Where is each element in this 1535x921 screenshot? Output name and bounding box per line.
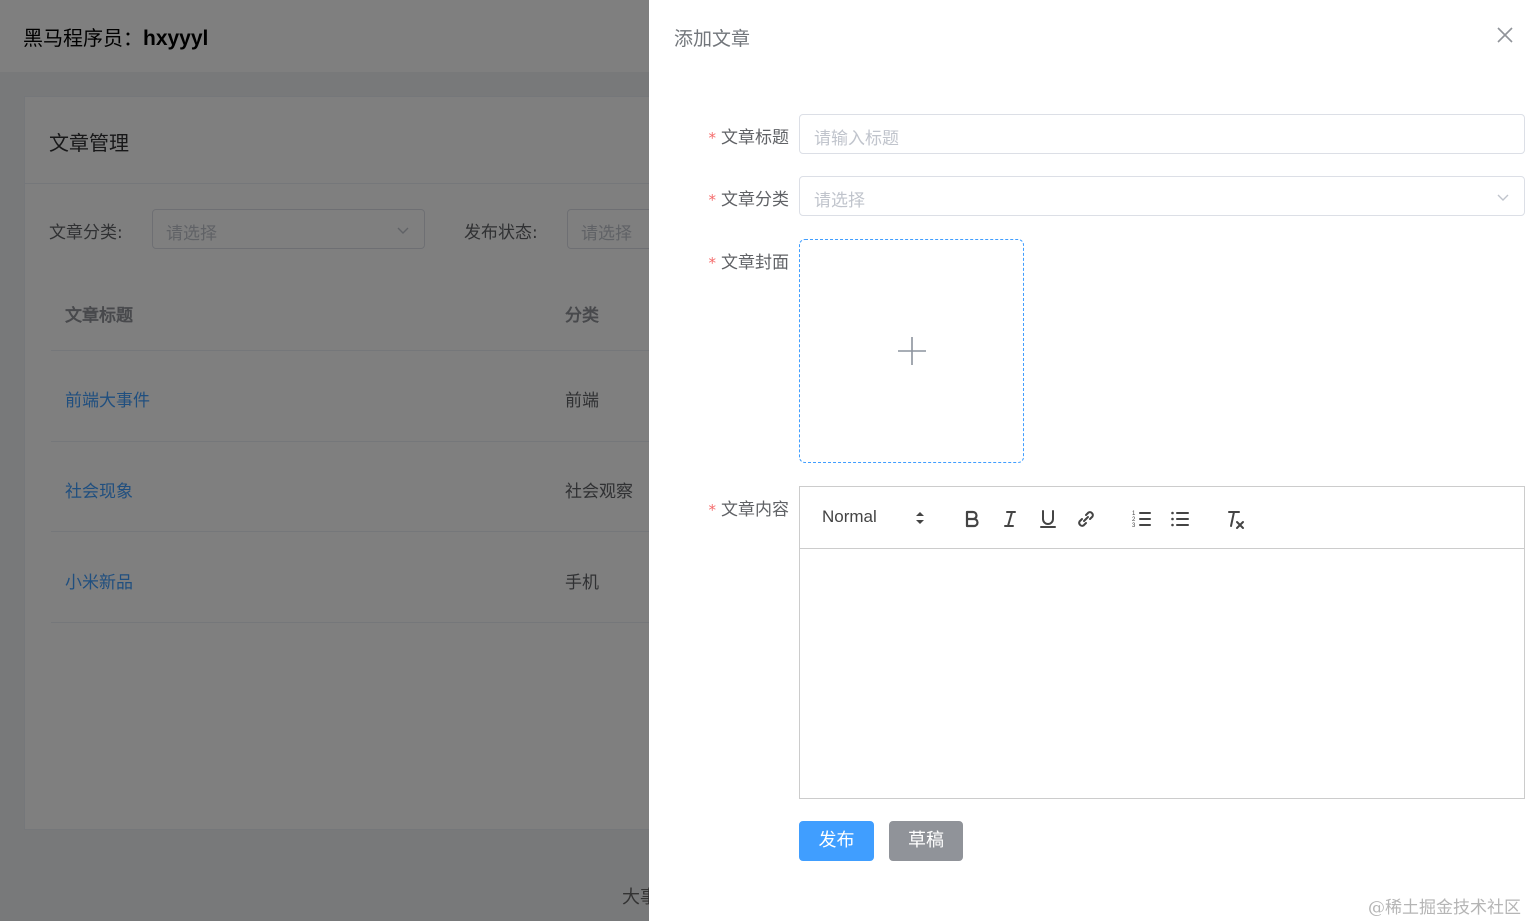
required-asterisk: * (708, 129, 717, 147)
bold-icon[interactable] (960, 507, 984, 531)
category-form-label: * 文章分类 (649, 185, 790, 210)
required-asterisk: * (708, 501, 717, 519)
watermark: @稀土掘金技术社区 (1368, 898, 1521, 918)
italic-icon[interactable] (998, 507, 1022, 531)
content-form-label: * 文章内容 (649, 495, 790, 520)
category-select[interactable]: 请选择 (799, 176, 1525, 216)
rich-text-editor: Normal 1 2 3 (799, 486, 1525, 799)
drawer-title: 添加文章 (674, 28, 751, 50)
content-label-text: 文章内容 (721, 500, 789, 520)
clear-format-icon[interactable] (1224, 507, 1248, 531)
category-select-placeholder: 请选择 (814, 191, 865, 211)
required-asterisk: * (708, 254, 717, 272)
title-input[interactable]: 请输入标题 (799, 114, 1525, 154)
bullet-list-icon[interactable] (1168, 507, 1192, 531)
publish-button[interactable]: 发布 (799, 821, 874, 861)
close-icon[interactable] (1495, 25, 1515, 45)
chevron-down-icon (1497, 194, 1509, 201)
title-input-placeholder: 请输入标题 (814, 129, 899, 149)
plus-icon (898, 337, 926, 365)
ordered-list-icon[interactable]: 1 2 3 (1130, 507, 1154, 531)
cover-label-text: 文章封面 (721, 253, 789, 273)
category-label-text: 文章分类 (721, 190, 789, 210)
picker-arrows-icon[interactable] (915, 510, 925, 526)
underline-icon[interactable] (1036, 507, 1060, 531)
add-article-drawer: 添加文章 * 文章标题 请输入标题 * 文章分类 请选择 * 文章封面 * 文章内容 N… (649, 0, 1535, 921)
cover-uploader[interactable] (799, 239, 1024, 463)
required-asterisk: * (708, 191, 717, 209)
draft-button[interactable]: 草稿 (889, 821, 963, 861)
svg-text:3: 3 (1132, 523, 1136, 529)
title-form-label: * 文章标题 (649, 123, 790, 148)
editor-content-area[interactable] (800, 549, 1524, 798)
link-icon[interactable] (1074, 507, 1098, 531)
header-picker[interactable]: Normal (822, 507, 877, 527)
cover-form-label: * 文章封面 (649, 248, 790, 273)
title-label-text: 文章标题 (721, 128, 789, 148)
editor-toolbar: Normal 1 2 3 (800, 487, 1524, 549)
